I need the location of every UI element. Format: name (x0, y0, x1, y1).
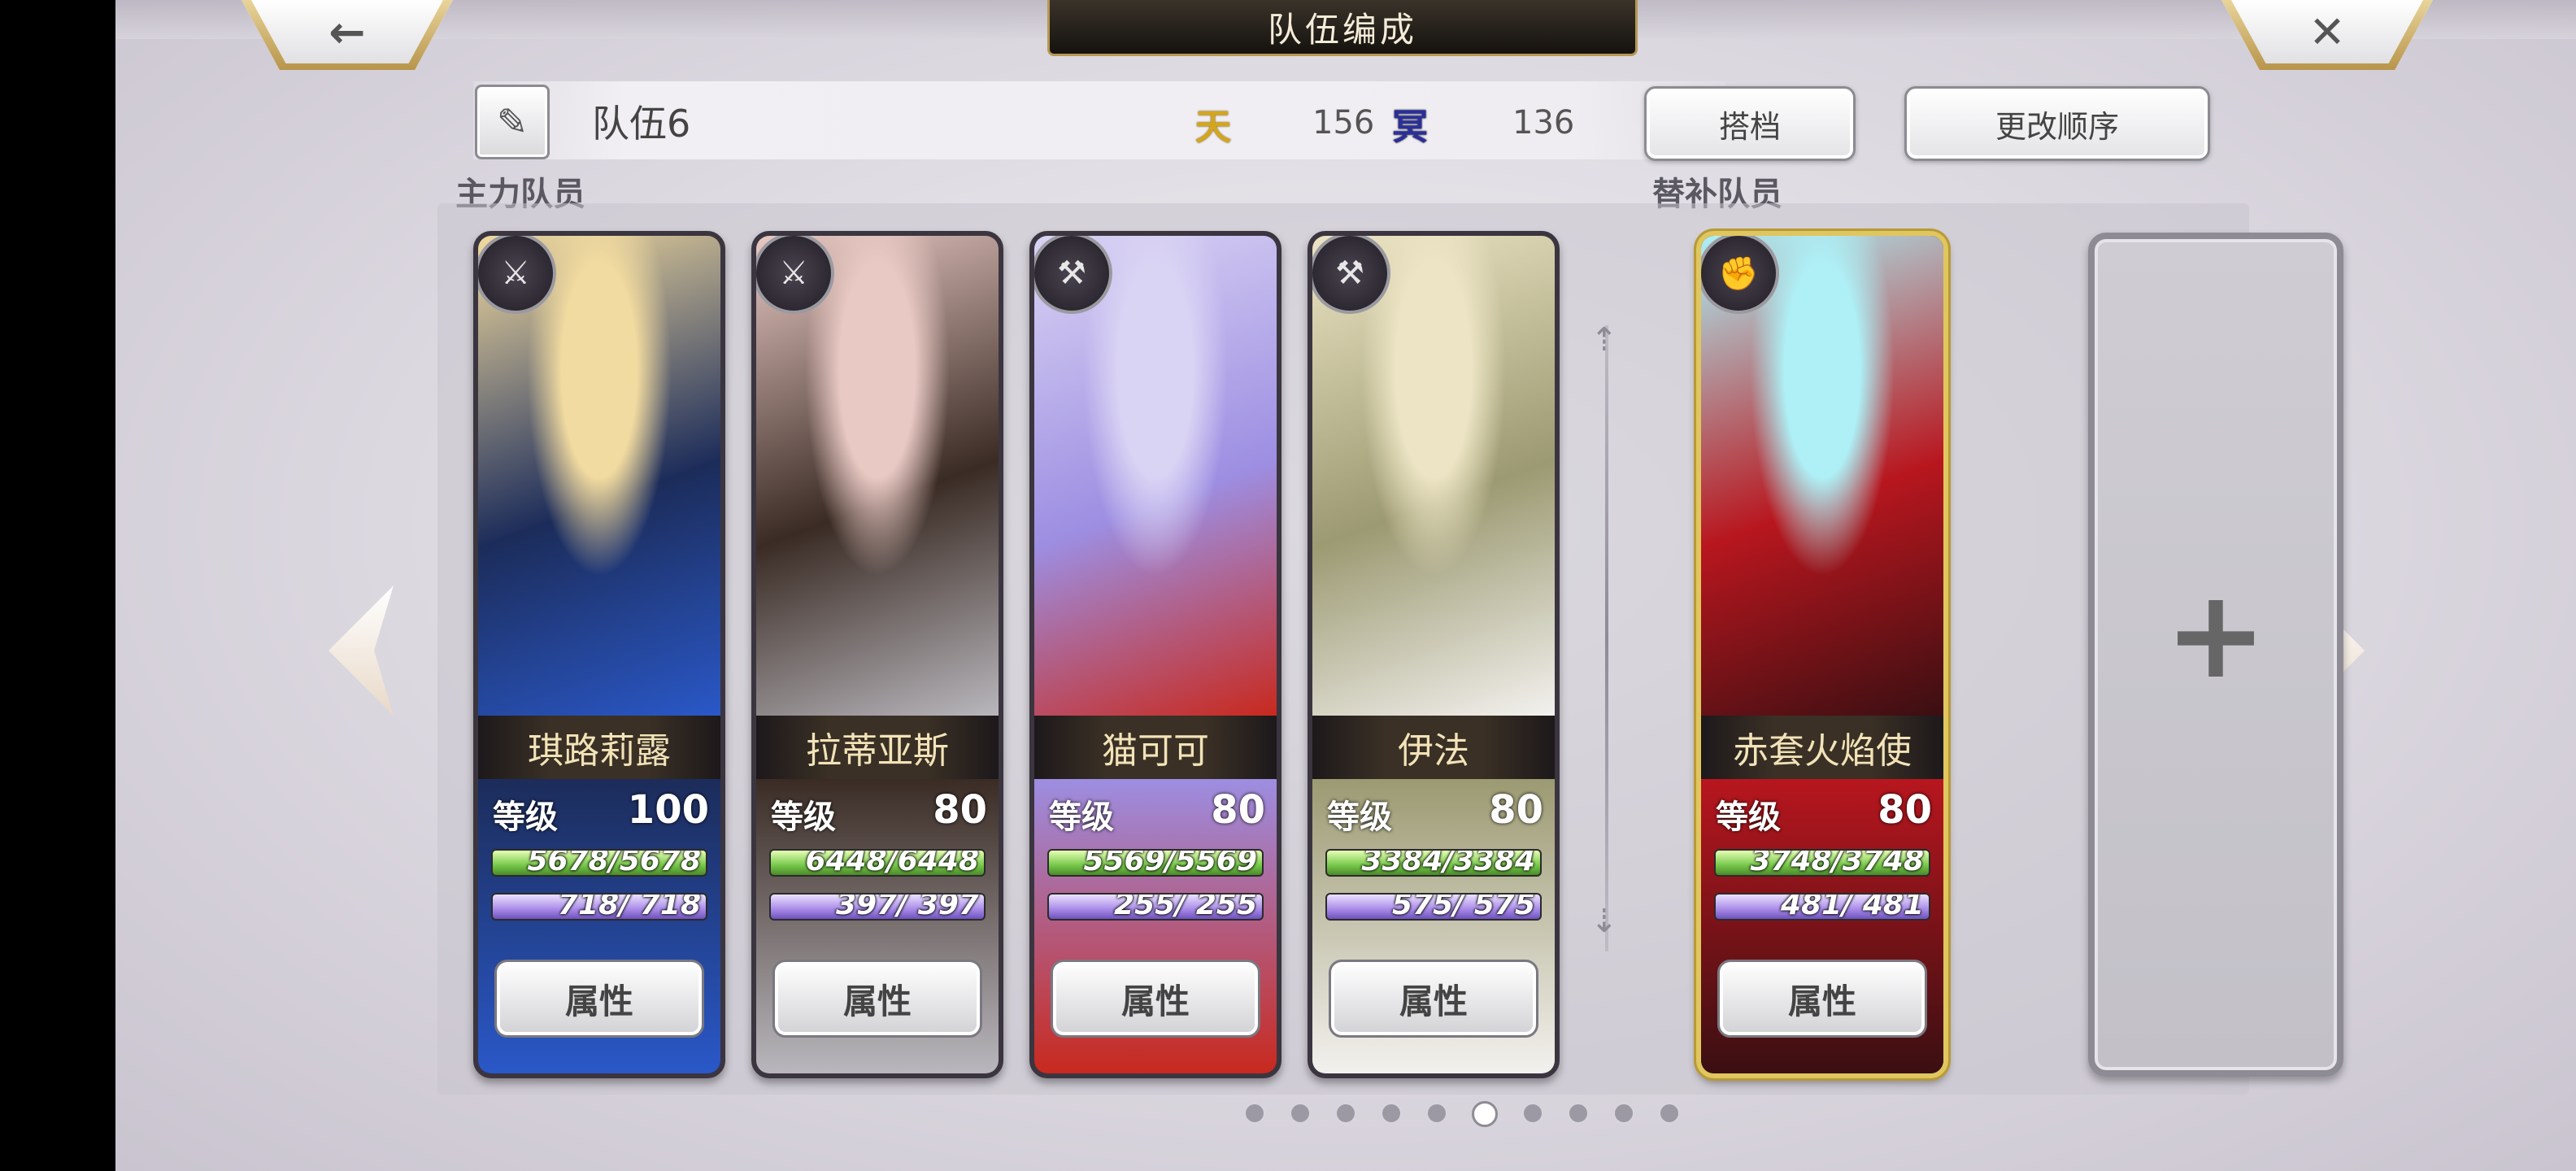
level-value: 80 (933, 787, 987, 833)
hp-value: 3384/3384 (1361, 849, 1535, 877)
change-order-button[interactable]: 更改顺序 (1904, 86, 2210, 161)
member-name: 赤套火焰使 (1701, 716, 1943, 779)
mp-value: 397/ 397 (836, 893, 979, 921)
level-value: 80 (1211, 787, 1265, 833)
level-label: 等级 (493, 799, 558, 836)
level-value: 80 (1489, 787, 1543, 833)
page-dot[interactable] (1426, 1103, 1447, 1124)
close-button[interactable]: ✕ (2221, 0, 2433, 70)
page-dot[interactable] (1290, 1103, 1311, 1124)
member-stats: 等级 80 5569/5569 255/ 255 属性 (1034, 779, 1277, 1073)
mp-bar: 718/ 718 (491, 893, 707, 921)
partner-button[interactable]: 搭档 (1644, 86, 1856, 161)
feather-pen-icon: ✎ (496, 100, 529, 144)
heaven-icon: 天 (1195, 107, 1231, 148)
hp-bar: 3384/3384 (1325, 849, 1542, 877)
empty-sub-slot[interactable]: + (2088, 233, 2343, 1077)
page-dot[interactable] (1568, 1103, 1589, 1124)
page-dot[interactable] (1335, 1103, 1356, 1124)
attributes-button[interactable]: 属性 (1717, 960, 1927, 1038)
mp-bar: 397/ 397 (769, 893, 986, 921)
divider-ornament-bottom-icon: ⇣ (1590, 903, 1618, 940)
mp-bar: 481/ 481 (1714, 893, 1930, 921)
member-stats: 等级 80 3748/3748 481/ 481 属性 (1701, 779, 1943, 1073)
hp-value: 6448/6448 (805, 849, 979, 877)
hp-bar: 5678/5678 (491, 849, 707, 877)
member-name: 伊法 (1312, 716, 1555, 779)
member-stats: 等级 80 3384/3384 575/ 575 属性 (1312, 779, 1555, 1073)
hp-value: 5678/5678 (527, 849, 701, 877)
divider-ornament-top-icon: ⇡ (1590, 321, 1618, 359)
mp-value: 255/ 255 (1114, 893, 1257, 921)
mp-value: 718/ 718 (558, 893, 701, 921)
member-stats: 等级 100 5678/5678 718/ 718 属性 (478, 779, 720, 1073)
sword-icon: ⚔ (478, 236, 556, 314)
edit-team-name-button[interactable]: ✎ (475, 85, 550, 159)
underworld-value: 136 (1512, 104, 1575, 141)
member-card[interactable]: ⚔ 琪路莉露等级 100 5678/5678 718/ 718 属性 (473, 231, 725, 1078)
plus-icon: + (2165, 564, 2267, 706)
level-label: 等级 (1049, 799, 1114, 836)
back-button[interactable]: ← (242, 0, 453, 70)
page-dot[interactable] (1381, 1103, 1402, 1124)
page-dot[interactable] (1522, 1103, 1543, 1124)
hp-bar: 5569/5569 (1047, 849, 1264, 877)
page-dot[interactable] (1244, 1103, 1265, 1124)
mp-value: 575/ 575 (1392, 893, 1535, 921)
hammer-icon: ⚒ (1312, 236, 1390, 314)
level-label: 等级 (771, 799, 836, 836)
mp-bar: 255/ 255 (1047, 893, 1264, 921)
sword-icon: ⚔ (756, 236, 834, 314)
fist-icon: ✊ (1701, 236, 1779, 314)
attributes-button[interactable]: 属性 (1329, 960, 1538, 1038)
hp-bar: 3748/3748 (1714, 849, 1930, 877)
member-name: 琪路莉露 (478, 716, 720, 779)
mp-bar: 575/ 575 (1325, 893, 1542, 921)
level-label: 等级 (1716, 799, 1781, 836)
page-dot[interactable] (1472, 1101, 1498, 1127)
team-name: 队伍6 (592, 102, 691, 146)
level-value: 100 (627, 787, 709, 833)
heaven-value: 156 (1312, 104, 1375, 141)
attributes-button[interactable]: 属性 (772, 960, 982, 1038)
team-pagination (1244, 1101, 1680, 1127)
member-card[interactable]: ⚔ 拉蒂亚斯等级 80 6448/6448 397/ 397 属性 (751, 231, 1003, 1078)
member-card[interactable]: ✊ 赤套火焰使等级 80 3748/3748 481/ 481 属性 (1696, 231, 1948, 1078)
attributes-button[interactable]: 属性 (494, 960, 704, 1038)
party-formation-screen: ← 队伍编成 ✕ ✎ 队伍6 天 156 冥 136 搭档 更改顺序 主力队员 … (115, 0, 2576, 1171)
page-dot[interactable] (1659, 1103, 1680, 1124)
hp-bar: 6448/6448 (769, 849, 986, 877)
hp-value: 3748/3748 (1750, 849, 1924, 877)
member-stats: 等级 80 6448/6448 397/ 397 属性 (756, 779, 999, 1073)
member-card[interactable]: ⚒ 伊法等级 80 3384/3384 575/ 575 属性 (1308, 231, 1560, 1078)
level-value: 80 (1878, 787, 1932, 833)
member-card[interactable]: ⚒ 猫可可等级 80 5569/5569 255/ 255 属性 (1029, 231, 1281, 1078)
left-letterbox (0, 0, 115, 1171)
previous-team-arrow[interactable] (329, 586, 394, 716)
divider (1605, 325, 1608, 951)
level-label: 等级 (1327, 799, 1392, 836)
member-name: 拉蒂亚斯 (756, 716, 999, 779)
axe-icon: ⚒ (1034, 236, 1112, 314)
underworld-icon: 冥 (1392, 107, 1428, 148)
mp-value: 481/ 481 (1781, 893, 1924, 921)
attributes-button[interactable]: 属性 (1051, 960, 1260, 1038)
page-title: 队伍编成 (1047, 0, 1638, 56)
page-dot[interactable] (1613, 1103, 1634, 1124)
member-name: 猫可可 (1034, 716, 1277, 779)
hp-value: 5569/5569 (1083, 849, 1257, 877)
